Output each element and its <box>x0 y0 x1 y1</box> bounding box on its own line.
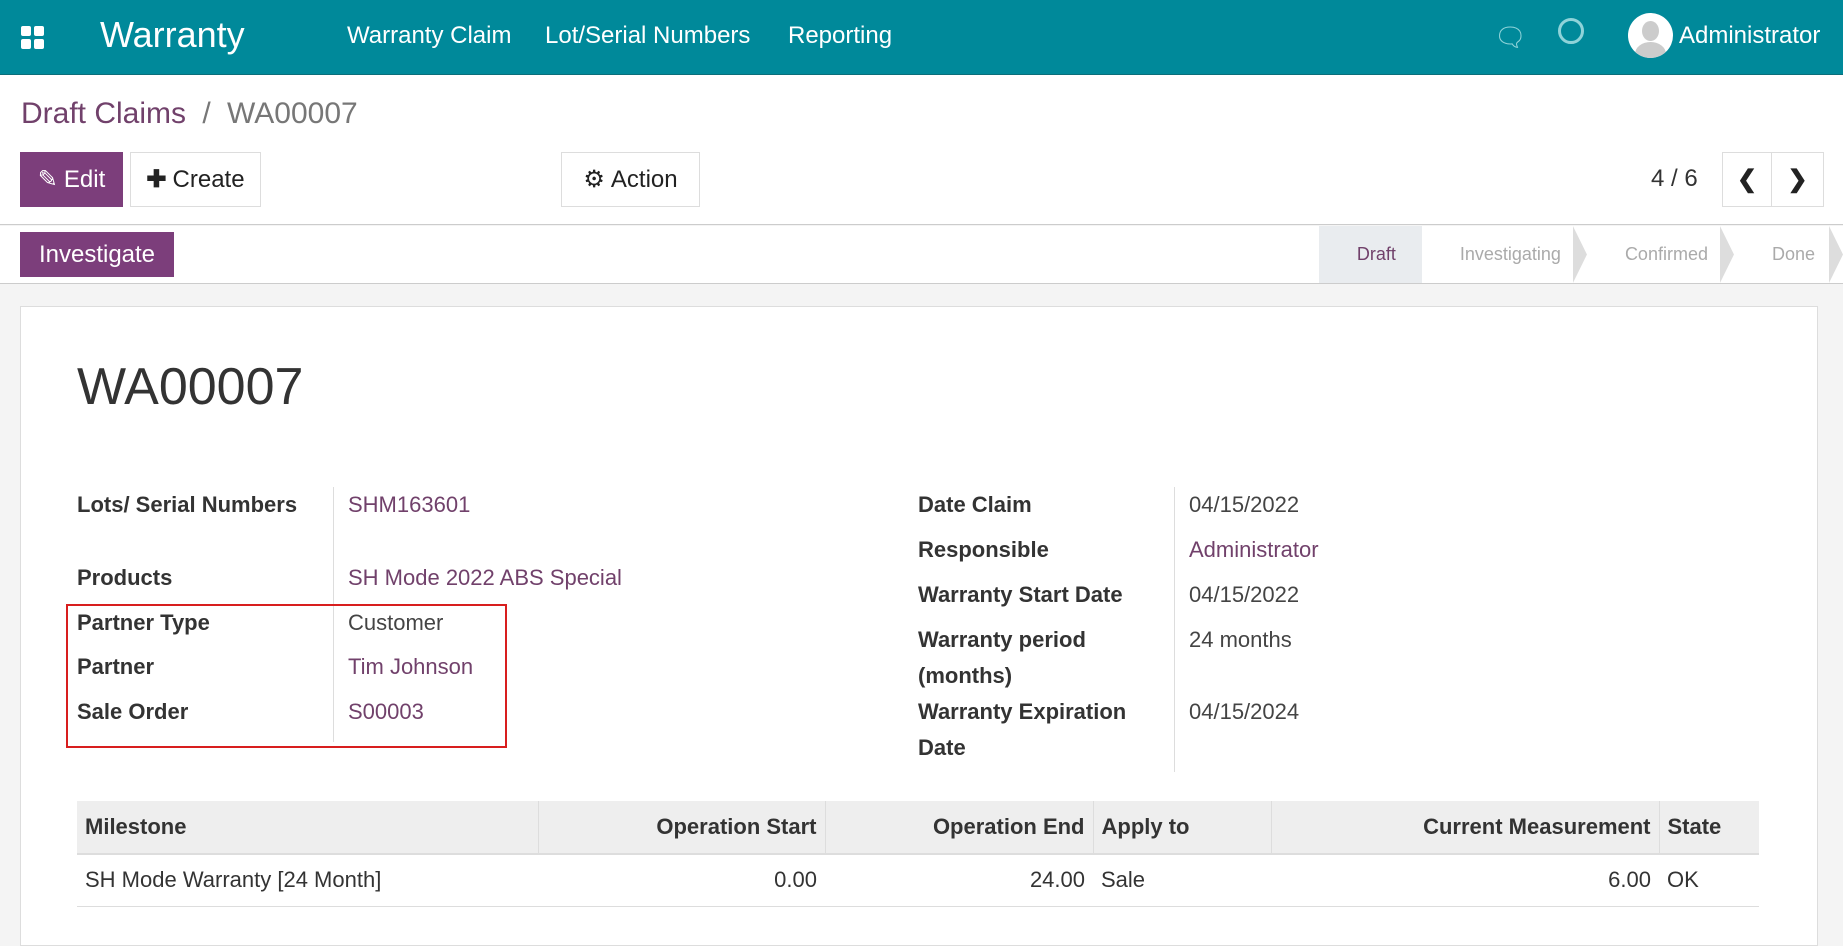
col-state[interactable]: State <box>1659 801 1759 854</box>
stage-draft[interactable]: Draft <box>1319 226 1422 283</box>
col-operation-end[interactable]: Operation End <box>825 801 1093 854</box>
col-current-measurement[interactable]: Current Measurement <box>1271 801 1659 854</box>
value-warranty-expiration: 04/15/2024 <box>1189 694 1299 730</box>
cell-apply-to: Sale <box>1093 854 1271 906</box>
edit-button[interactable]: ✎Edit <box>20 152 123 207</box>
create-label: Create <box>173 166 245 194</box>
pencil-icon: ✎ <box>38 165 58 194</box>
stage-done[interactable]: Done <box>1734 226 1843 283</box>
plus-icon: ✚ <box>146 165 166 194</box>
breadcrumb-draft-claims[interactable]: Draft Claims <box>21 97 186 130</box>
value-lots-serial[interactable]: SHM163601 <box>348 487 470 523</box>
form-sheet: WA00007 Lots/ Serial Numbers SHM163601 P… <box>20 306 1818 946</box>
chevron-left-icon: ❮ <box>1737 165 1757 194</box>
value-warranty-period: 24 months <box>1189 622 1292 658</box>
user-menu[interactable]: Administrator <box>1679 22 1820 50</box>
chat-icon[interactable]: 🗨 <box>1494 22 1527 53</box>
cell-milestone: SH Mode Warranty [24 Month] <box>77 854 538 906</box>
record-title: WA00007 <box>77 357 303 417</box>
label-warranty-start: Warranty Start Date <box>918 577 1123 613</box>
label-responsible: Responsible <box>918 532 1049 568</box>
menu-reporting[interactable]: Reporting <box>788 22 892 50</box>
pager-previous-button[interactable]: ❮ <box>1722 152 1772 207</box>
top-navbar: Warranty Warranty Claim Lot/Serial Numbe… <box>0 0 1843 75</box>
cell-state: OK <box>1659 854 1759 906</box>
gear-icon: ⚙ <box>583 165 605 194</box>
control-panel: Draft Claims / WA00007 ✎Edit ✚Create ⚙Ac… <box>0 75 1843 225</box>
milestone-table: Milestone Operation Start Operation End … <box>77 801 1759 907</box>
stage-confirmed[interactable]: Confirmed <box>1587 226 1734 283</box>
cell-operation-end: 24.00 <box>825 854 1093 906</box>
value-products[interactable]: SH Mode 2022 ABS Special <box>348 560 622 596</box>
apps-grid-icon[interactable] <box>21 26 44 49</box>
label-lots-serial: Lots/ Serial Numbers <box>77 487 317 523</box>
value-responsible[interactable]: Administrator <box>1189 532 1319 568</box>
menu-warranty-claim[interactable]: Warranty Claim <box>347 22 511 50</box>
breadcrumb: Draft Claims / WA00007 <box>21 97 358 131</box>
status-bar: Investigate Draft Investigating Confirme… <box>0 226 1843 284</box>
cell-current-measurement: 6.00 <box>1271 854 1659 906</box>
avatar[interactable] <box>1628 13 1673 58</box>
app-title[interactable]: Warranty <box>100 14 245 56</box>
breadcrumb-current: WA00007 <box>227 97 358 130</box>
action-button[interactable]: ⚙Action <box>561 152 700 207</box>
table-header-row: Milestone Operation Start Operation End … <box>77 801 1759 854</box>
breadcrumb-separator: / <box>202 97 210 130</box>
col-milestone[interactable]: Milestone <box>77 801 538 854</box>
highlight-box <box>66 604 507 748</box>
pager-value: 4 / 6 <box>1651 165 1698 193</box>
col-apply-to[interactable]: Apply to <box>1093 801 1271 854</box>
pager-next-button[interactable]: ❯ <box>1771 152 1824 207</box>
menu-lot-serial-numbers[interactable]: Lot/Serial Numbers <box>545 22 750 50</box>
investigate-button[interactable]: Investigate <box>20 232 174 277</box>
clock-icon[interactable] <box>1558 18 1584 44</box>
stage-investigating[interactable]: Investigating <box>1422 226 1587 283</box>
edit-label: Edit <box>64 166 105 194</box>
divider <box>1174 487 1175 772</box>
create-button[interactable]: ✚Create <box>130 152 261 207</box>
label-warranty-expiration: Warranty Expiration Date <box>918 694 1158 766</box>
stage-pipeline: Draft Investigating Confirmed Done <box>1319 226 1843 283</box>
cell-operation-start: 0.00 <box>538 854 825 906</box>
table-row[interactable]: SH Mode Warranty [24 Month] 0.00 24.00 S… <box>77 854 1759 906</box>
value-date-claim: 04/15/2022 <box>1189 487 1299 523</box>
label-warranty-period: Warranty period (months) <box>918 622 1148 694</box>
label-products: Products <box>77 560 172 596</box>
action-label: Action <box>611 166 678 194</box>
col-operation-start[interactable]: Operation Start <box>538 801 825 854</box>
label-date-claim: Date Claim <box>918 487 1032 523</box>
chevron-right-icon: ❯ <box>1787 165 1807 194</box>
value-warranty-start: 04/15/2022 <box>1189 577 1299 613</box>
